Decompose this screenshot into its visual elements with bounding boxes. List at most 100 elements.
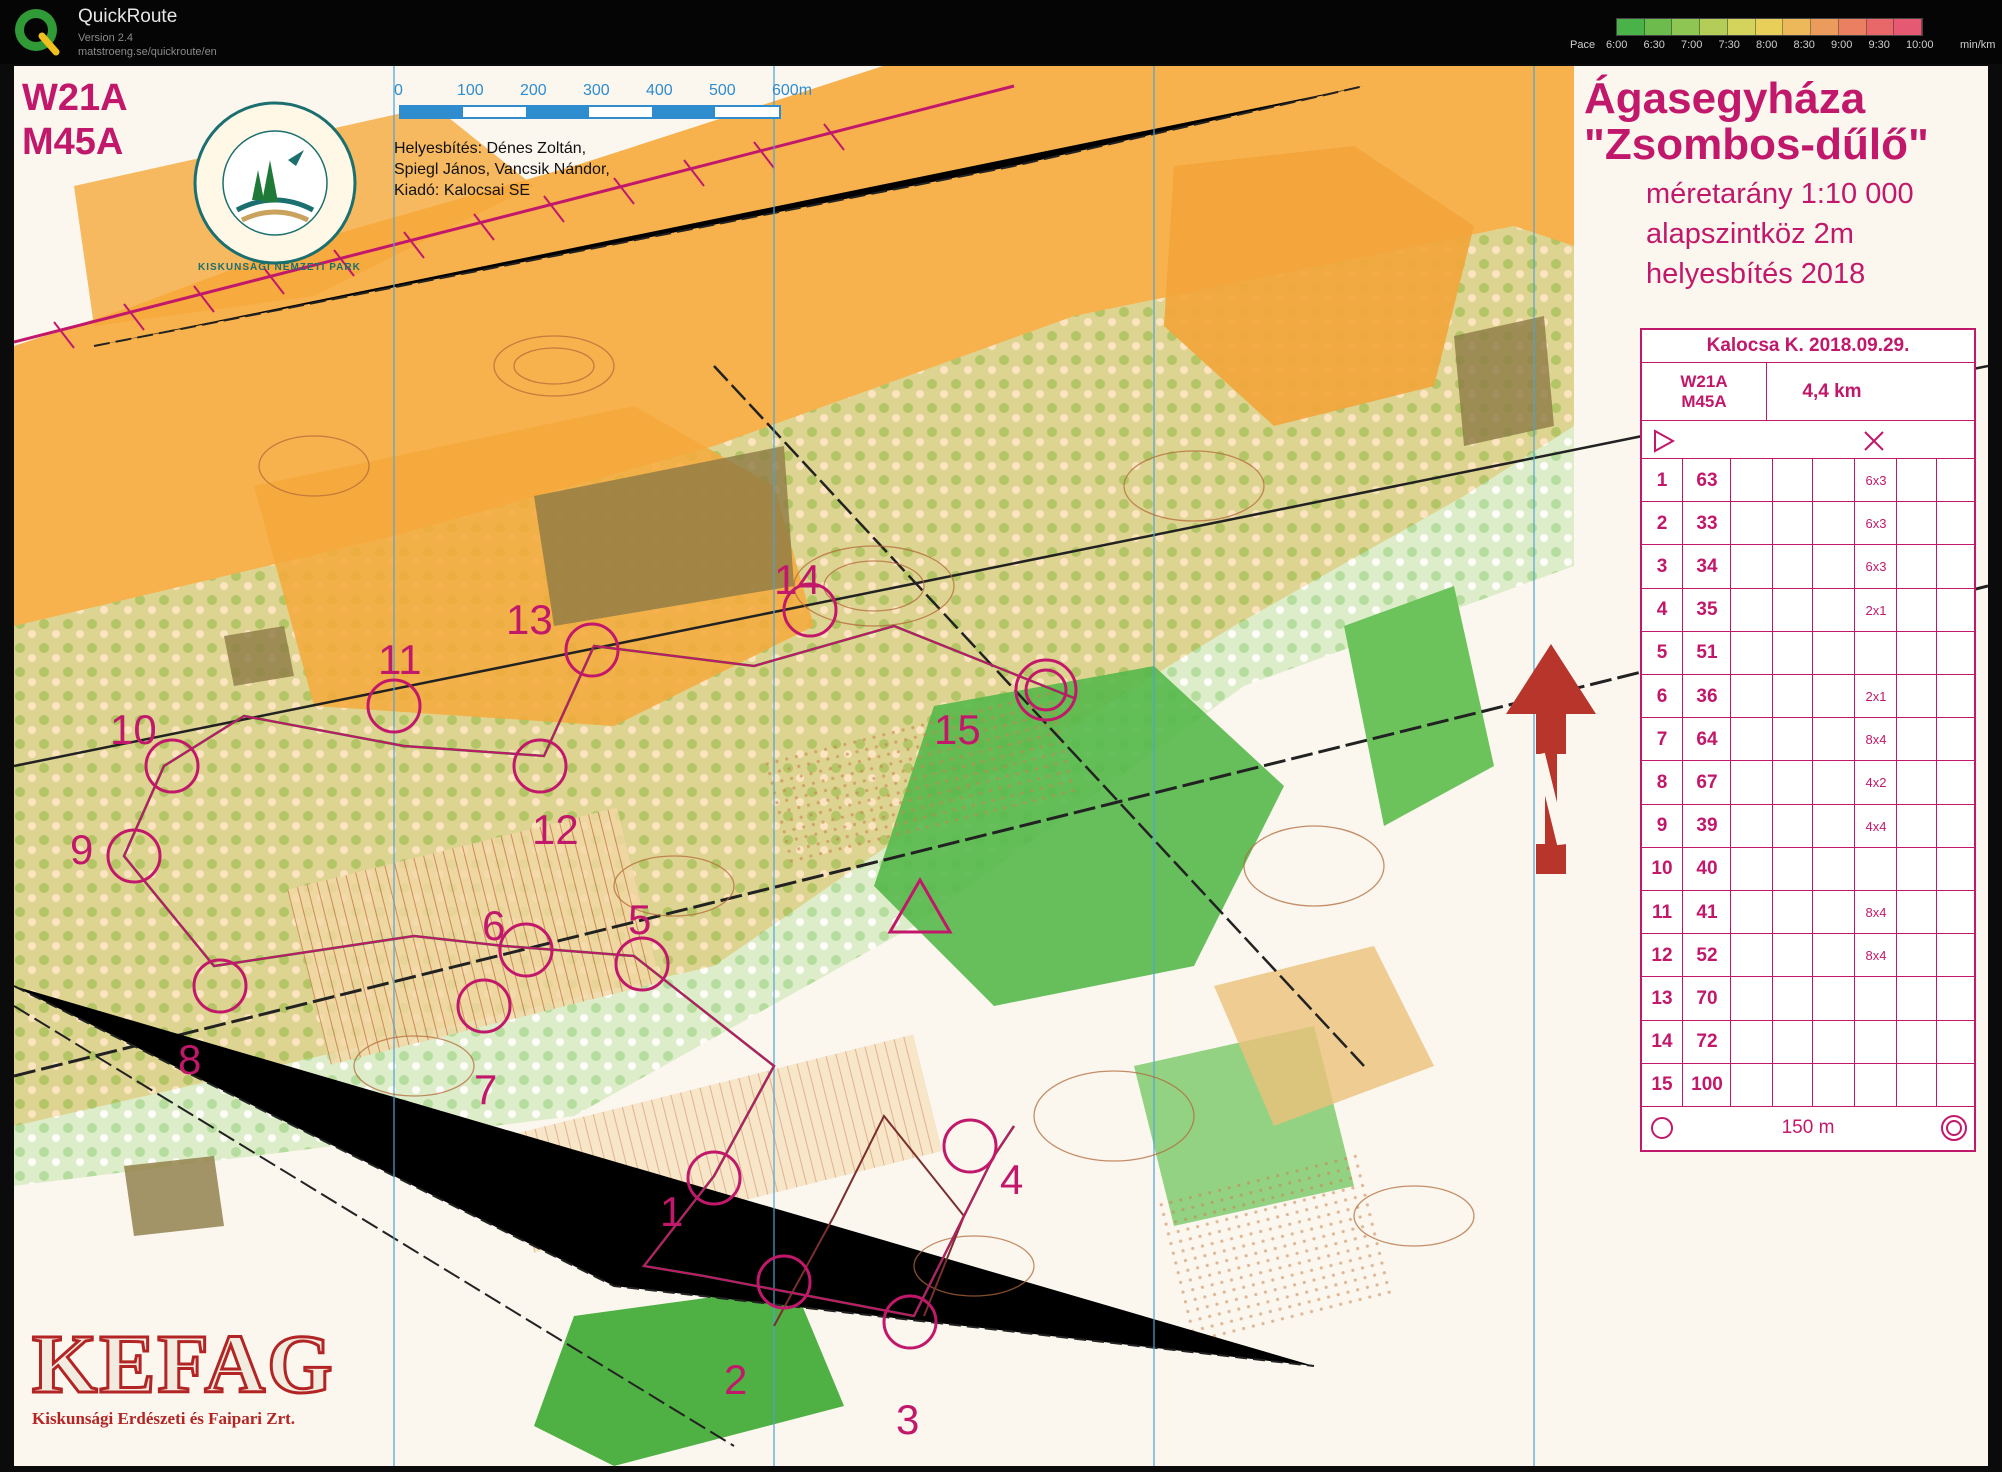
control-number: 2 [1656, 512, 1668, 534]
pace-color-segment [1644, 19, 1673, 35]
column-g [1896, 588, 1937, 632]
column-c [1730, 934, 1773, 978]
map-scale: méretarány 1:10 000 [1646, 178, 1914, 210]
scale-tick-label: 300 [583, 82, 610, 99]
column-d [1772, 847, 1813, 891]
finish-circle-icon [1941, 1115, 1967, 1141]
control-number: 9 [1656, 815, 1668, 837]
column-c [1730, 891, 1773, 934]
control-code: 34 [1682, 545, 1731, 589]
control-dimension [1854, 631, 1897, 675]
orienteering-map[interactable]: W21A M45A KISKUNSÁGI NEMZETI PARK 0 100 20… [14, 66, 1988, 1466]
column-e [1812, 675, 1855, 718]
revision-year: helyesbítés 2018 [1646, 258, 1866, 290]
column-g [1896, 459, 1937, 502]
control-description-sheet: Kalocsa K. 2018.09.29. W21A M45A 4,4 km … [1640, 328, 1976, 1152]
control-number: 7 [1656, 728, 1668, 750]
pace-color-segment [1811, 19, 1839, 35]
start-triangle-icon [1654, 429, 1676, 453]
control-number-label: 12 [532, 806, 579, 853]
column-g [1896, 545, 1937, 589]
class-m45a: M45A [22, 121, 124, 163]
app-url[interactable]: matstroeng.se/quickroute/en [78, 45, 217, 59]
column-h [1936, 847, 1975, 891]
column-e [1812, 502, 1855, 546]
control-code: 64 [1682, 718, 1731, 762]
control-dimension [1854, 1020, 1897, 1064]
column-e [1812, 847, 1855, 891]
column-e [1812, 631, 1855, 675]
column-d [1772, 718, 1813, 762]
column-c [1730, 1063, 1773, 1107]
control-dimension: 6x3 [1854, 545, 1897, 589]
column-h [1936, 977, 1975, 1021]
column-c [1730, 718, 1773, 762]
column-e [1812, 891, 1855, 934]
map-title-block: Ágasegyháza "Zsombos-dűlő" méretarány 1:… [1584, 74, 1974, 294]
description-classes: W21A M45A [1680, 372, 1728, 411]
column-g [1896, 718, 1937, 762]
pace-tick-label: 6:30 [1643, 39, 1665, 51]
column-h [1936, 891, 1975, 934]
column-c [1730, 545, 1773, 589]
column-e [1812, 1020, 1855, 1064]
column-h [1936, 1063, 1975, 1107]
credit-line-3: Kiadó: Kalocsai SE [394, 182, 531, 199]
pace-unit: min/km [1960, 39, 1996, 51]
column-c [1730, 675, 1773, 718]
column-c [1730, 804, 1773, 848]
control-number-label: 2 [724, 1356, 748, 1403]
column-e [1812, 1063, 1855, 1107]
control-number: 13 [1651, 987, 1673, 1009]
finish-row: 150 m [1642, 1106, 1974, 1149]
column-d [1772, 1063, 1813, 1107]
control-description-row: 6 36 2x1 [1642, 674, 1974, 718]
pace-color-segment [1617, 19, 1645, 35]
column-g [1896, 891, 1937, 934]
control-number: 4 [1656, 599, 1668, 621]
column-d [1772, 977, 1813, 1021]
start-row [1642, 420, 1974, 459]
column-e [1812, 545, 1855, 589]
column-h [1936, 1020, 1975, 1064]
control-description-row: 8 67 4x2 [1642, 760, 1974, 805]
column-c [1730, 847, 1773, 891]
column-h [1936, 718, 1975, 762]
control-number-label: 5 [628, 896, 652, 943]
control-description-row: 9 39 4x4 [1642, 803, 1974, 848]
scale-tick-label: 0 [394, 82, 403, 99]
control-description-row: 11 41 8x4 [1642, 890, 1974, 934]
control-dimension: 6x3 [1854, 502, 1897, 546]
column-g [1896, 502, 1937, 546]
control-dimension: 2x1 [1854, 588, 1897, 632]
course-classes: W21A M45A [22, 76, 128, 164]
pace-tick-label: 8:30 [1793, 39, 1815, 51]
control-description-row: 3 34 6x3 [1642, 544, 1974, 589]
control-number-label: 10 [110, 706, 157, 753]
pace-color-bar [1616, 18, 1923, 36]
control-number: 6 [1656, 685, 1668, 707]
column-d [1772, 502, 1813, 546]
control-description-row: 10 40 [1642, 846, 1975, 891]
pace-color-segment [1672, 19, 1701, 35]
control-description-row: 12 52 8x4 [1642, 933, 1974, 978]
scale-tick-label: 600m [772, 82, 813, 99]
control-number-label: 7 [474, 1066, 498, 1113]
contour-interval: alapszintköz 2m [1646, 218, 1854, 250]
column-e [1812, 459, 1855, 502]
column-d [1772, 761, 1813, 805]
column-g [1896, 934, 1937, 978]
column-h [1936, 459, 1975, 502]
column-e [1812, 977, 1855, 1021]
control-code: 33 [1682, 502, 1731, 546]
control-number-label: 15 [934, 706, 981, 753]
pace-tick-label: 6:00 [1606, 39, 1628, 51]
column-g [1896, 1020, 1937, 1064]
pace-color-segment [1700, 19, 1728, 35]
control-number-label: 4 [1000, 1156, 1024, 1203]
pace-color-segment [1894, 19, 1923, 35]
control-number-label: 3 [896, 1396, 920, 1443]
app-name: QuickRoute [78, 6, 178, 27]
control-dimension [1854, 847, 1897, 891]
control-number: 14 [1651, 1031, 1673, 1053]
